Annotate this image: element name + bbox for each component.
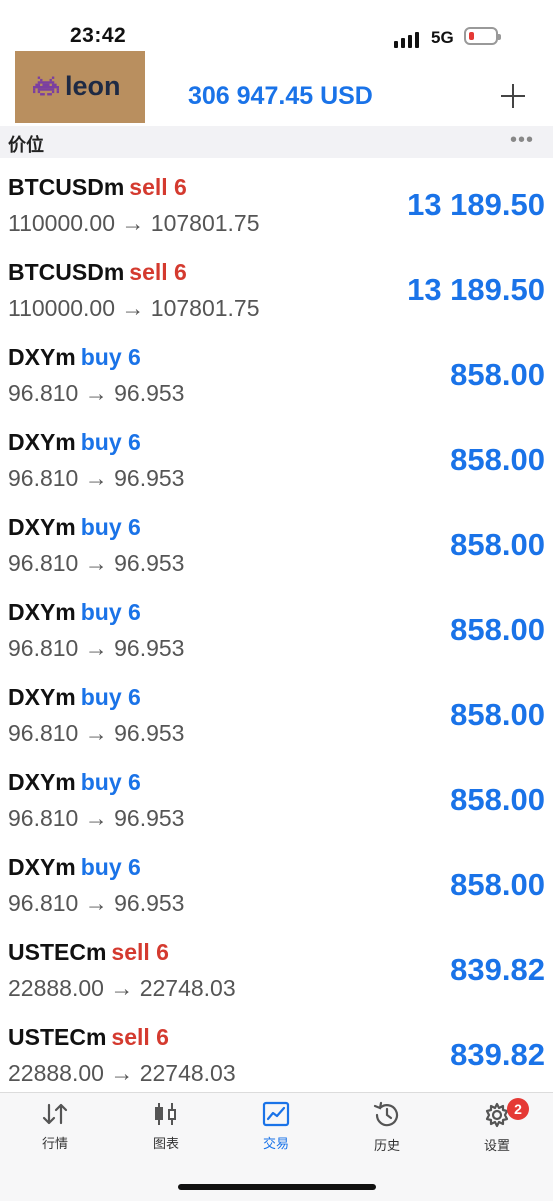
position-prices: 96.810 → 96.953 xyxy=(8,550,185,576)
position-symbol: DXYm xyxy=(8,429,76,455)
position-symbol-line: BTCUSDm sell 6 xyxy=(8,174,187,201)
position-profit: 858.00 xyxy=(450,357,545,392)
tab-label: 行情 xyxy=(41,1136,68,1151)
position-side: sell 6 xyxy=(129,259,187,285)
position-symbol: BTCUSDm xyxy=(8,174,125,200)
position-side: sell 6 xyxy=(129,174,187,200)
position-symbol: DXYm xyxy=(8,769,76,795)
quotes-arrows-icon xyxy=(42,1103,68,1125)
position-symbol-line: DXYm buy 6 xyxy=(8,514,141,541)
position-profit: 858.00 xyxy=(450,442,545,477)
position-side: buy 6 xyxy=(80,684,141,710)
position-symbol: BTCUSDm xyxy=(8,259,125,285)
battery-icon xyxy=(464,27,501,45)
position-symbol-line: DXYm buy 6 xyxy=(8,429,141,456)
position-symbol-line: DXYm buy 6 xyxy=(8,854,141,881)
position-symbol-line: DXYm buy 6 xyxy=(8,344,141,371)
position-profit: 858.00 xyxy=(450,782,545,817)
position-symbol: DXYm xyxy=(8,599,76,625)
position-prices: 96.810 → 96.953 xyxy=(8,465,185,491)
position-profit: 13 189.50 xyxy=(407,187,545,222)
position-prices: 110000.00 → 107801.75 xyxy=(8,295,260,321)
position-row[interactable]: USTECm sell 6 22888.00 → 22748.03 839.82 xyxy=(0,1010,553,1095)
history-clock-icon xyxy=(373,1101,399,1127)
tab-settings[interactable]: 2 设置 xyxy=(462,1098,532,1161)
position-symbol-line: DXYm buy 6 xyxy=(8,599,141,626)
tab-label: 交易 xyxy=(262,1136,289,1151)
account-balance[interactable]: 306 947.45 USD xyxy=(188,82,373,111)
add-order-button[interactable] xyxy=(496,80,530,114)
position-profit: 839.82 xyxy=(450,952,545,987)
position-symbol: DXYm xyxy=(8,344,76,370)
position-symbol-line: DXYm buy 6 xyxy=(8,684,141,711)
position-symbol-line: USTECm sell 6 xyxy=(8,939,169,966)
position-prices: 22888.00 → 22748.03 xyxy=(8,1060,236,1086)
position-row[interactable]: DXYm buy 6 96.810 → 96.953 858.00 xyxy=(0,415,553,500)
position-row[interactable]: DXYm buy 6 96.810 → 96.953 858.00 xyxy=(0,330,553,415)
position-profit: 858.00 xyxy=(450,867,545,902)
position-prices: 96.810 → 96.953 xyxy=(8,635,185,661)
position-symbol: DXYm xyxy=(8,854,76,880)
status-time: 23:42 xyxy=(70,24,127,47)
trade-chart-icon xyxy=(262,1101,290,1127)
position-symbol-line: DXYm buy 6 xyxy=(8,769,141,796)
section-title: 价位 xyxy=(8,135,44,155)
position-prices: 110000.00 → 107801.75 xyxy=(8,210,260,236)
position-prices: 22888.00 → 22748.03 xyxy=(8,975,236,1001)
position-prices: 96.810 → 96.953 xyxy=(8,380,185,406)
position-side: sell 6 xyxy=(111,1024,169,1050)
logo-text: leon xyxy=(65,71,121,101)
position-side: buy 6 xyxy=(80,344,141,370)
home-indicator xyxy=(178,1184,376,1190)
tab-label: 图表 xyxy=(152,1136,179,1151)
notification-badge: 2 xyxy=(507,1098,529,1120)
tab-charts[interactable]: 图表 xyxy=(131,1101,201,1161)
position-symbol: DXYm xyxy=(8,514,76,540)
positions-list: BTCUSDm sell 6 110000.00 → 107801.75 13 189… xyxy=(0,160,553,1095)
position-row[interactable]: USTECm sell 6 22888.00 → 22748.03 839.82 xyxy=(0,925,553,1010)
tab-history[interactable]: 历史 xyxy=(352,1101,422,1161)
position-profit: 839.82 xyxy=(450,1037,545,1072)
position-prices: 96.810 → 96.953 xyxy=(8,890,185,916)
more-options-icon[interactable]: ••• xyxy=(510,130,534,150)
position-side: buy 6 xyxy=(80,769,141,795)
position-symbol-line: BTCUSDm sell 6 xyxy=(8,259,187,286)
position-symbol: USTECm xyxy=(8,939,107,965)
status-bar: 23:42 5G xyxy=(0,0,553,50)
position-row[interactable]: DXYm buy 6 96.810 → 96.953 858.00 xyxy=(0,585,553,670)
position-row[interactable]: DXYm buy 6 96.810 → 96.953 858.00 xyxy=(0,840,553,925)
tab-quotes[interactable]: 行情 xyxy=(20,1101,90,1161)
position-prices: 96.810 → 96.953 xyxy=(8,805,185,831)
tab-label: 历史 xyxy=(373,1138,400,1153)
position-symbol-line: USTECm sell 6 xyxy=(8,1024,169,1051)
position-side: sell 6 xyxy=(111,939,169,965)
position-row[interactable]: BTCUSDm sell 6 110000.00 → 107801.75 13 189… xyxy=(0,245,553,330)
position-side: buy 6 xyxy=(80,599,141,625)
position-profit: 13 189.50 xyxy=(407,272,545,307)
position-symbol: USTECm xyxy=(8,1024,107,1050)
space-invader-icon xyxy=(33,76,59,96)
position-prices: 96.810 → 96.953 xyxy=(8,720,185,746)
account-avatar[interactable]: leon xyxy=(15,51,145,123)
position-profit: 858.00 xyxy=(450,527,545,562)
tab-trade[interactable]: 交易 xyxy=(241,1101,311,1161)
position-profit: 858.00 xyxy=(450,612,545,647)
position-row[interactable]: DXYm buy 6 96.810 → 96.953 858.00 xyxy=(0,755,553,840)
position-side: buy 6 xyxy=(80,854,141,880)
position-symbol: DXYm xyxy=(8,684,76,710)
network-type: 5G xyxy=(431,28,454,47)
position-row[interactable]: DXYm buy 6 96.810 → 96.953 858.00 xyxy=(0,500,553,585)
position-side: buy 6 xyxy=(80,514,141,540)
position-row[interactable]: BTCUSDm sell 6 110000.00 → 107801.75 13 189… xyxy=(0,160,553,245)
position-row[interactable]: DXYm buy 6 96.810 → 96.953 858.00 xyxy=(0,670,553,755)
position-profit: 858.00 xyxy=(450,697,545,732)
tab-label: 设置 xyxy=(483,1138,510,1153)
positions-section-header: 价位 ••• xyxy=(0,126,553,158)
signal-strength-icon xyxy=(394,30,420,48)
position-side: buy 6 xyxy=(80,429,141,455)
candlestick-chart-icon xyxy=(155,1103,176,1125)
